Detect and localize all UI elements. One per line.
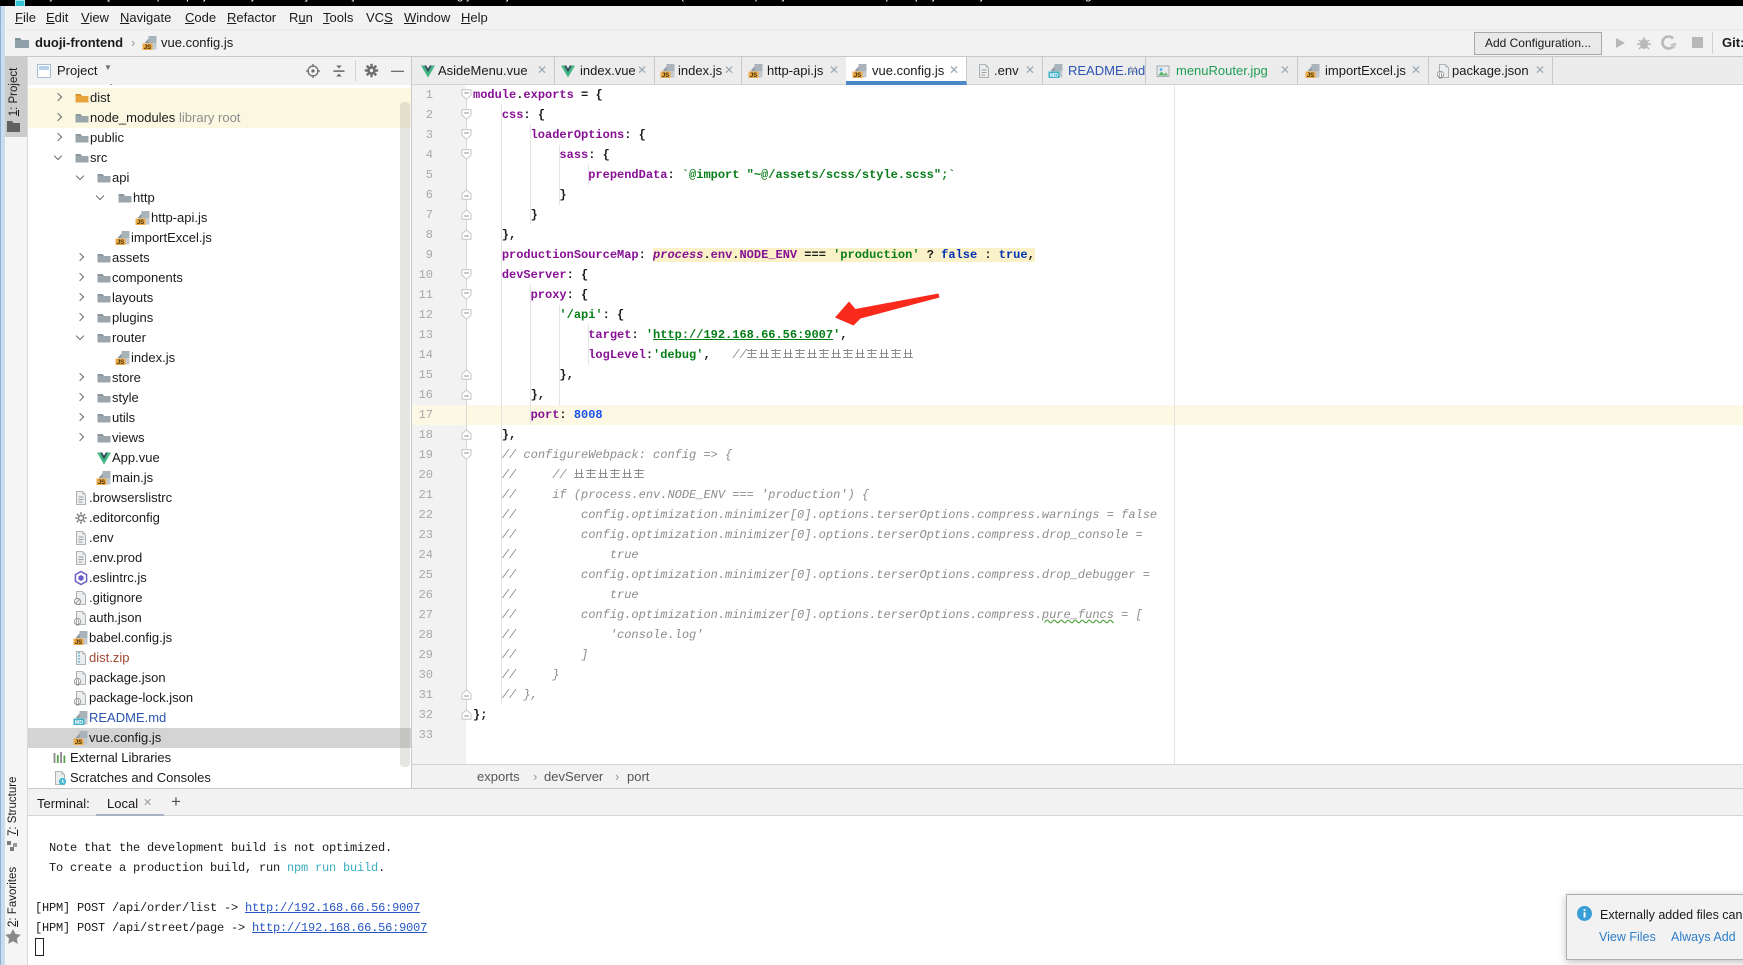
svg-text:JS: JS [137,220,144,226]
svg-text:{}: {} [75,620,79,626]
svg-text:JS: JS [117,360,124,366]
svg-text:JS: JS [117,240,124,246]
svg-text:{}: {} [75,700,79,706]
svg-text:JS: JS [750,73,757,79]
svg-text:MD: MD [75,720,84,726]
svg-text:MD: MD [1050,73,1059,79]
svg-text:JS: JS [144,45,151,51]
svg-text:JS: JS [75,740,82,746]
svg-text:JS: JS [1307,73,1314,79]
svg-text:JS: JS [98,480,105,486]
svg-text:JS: JS [75,640,82,646]
svg-text:{}: {} [75,680,79,686]
svg-text:JS: JS [662,73,669,79]
svg-text:{}: {} [1438,73,1442,79]
svg-text:JS: JS [854,73,861,79]
